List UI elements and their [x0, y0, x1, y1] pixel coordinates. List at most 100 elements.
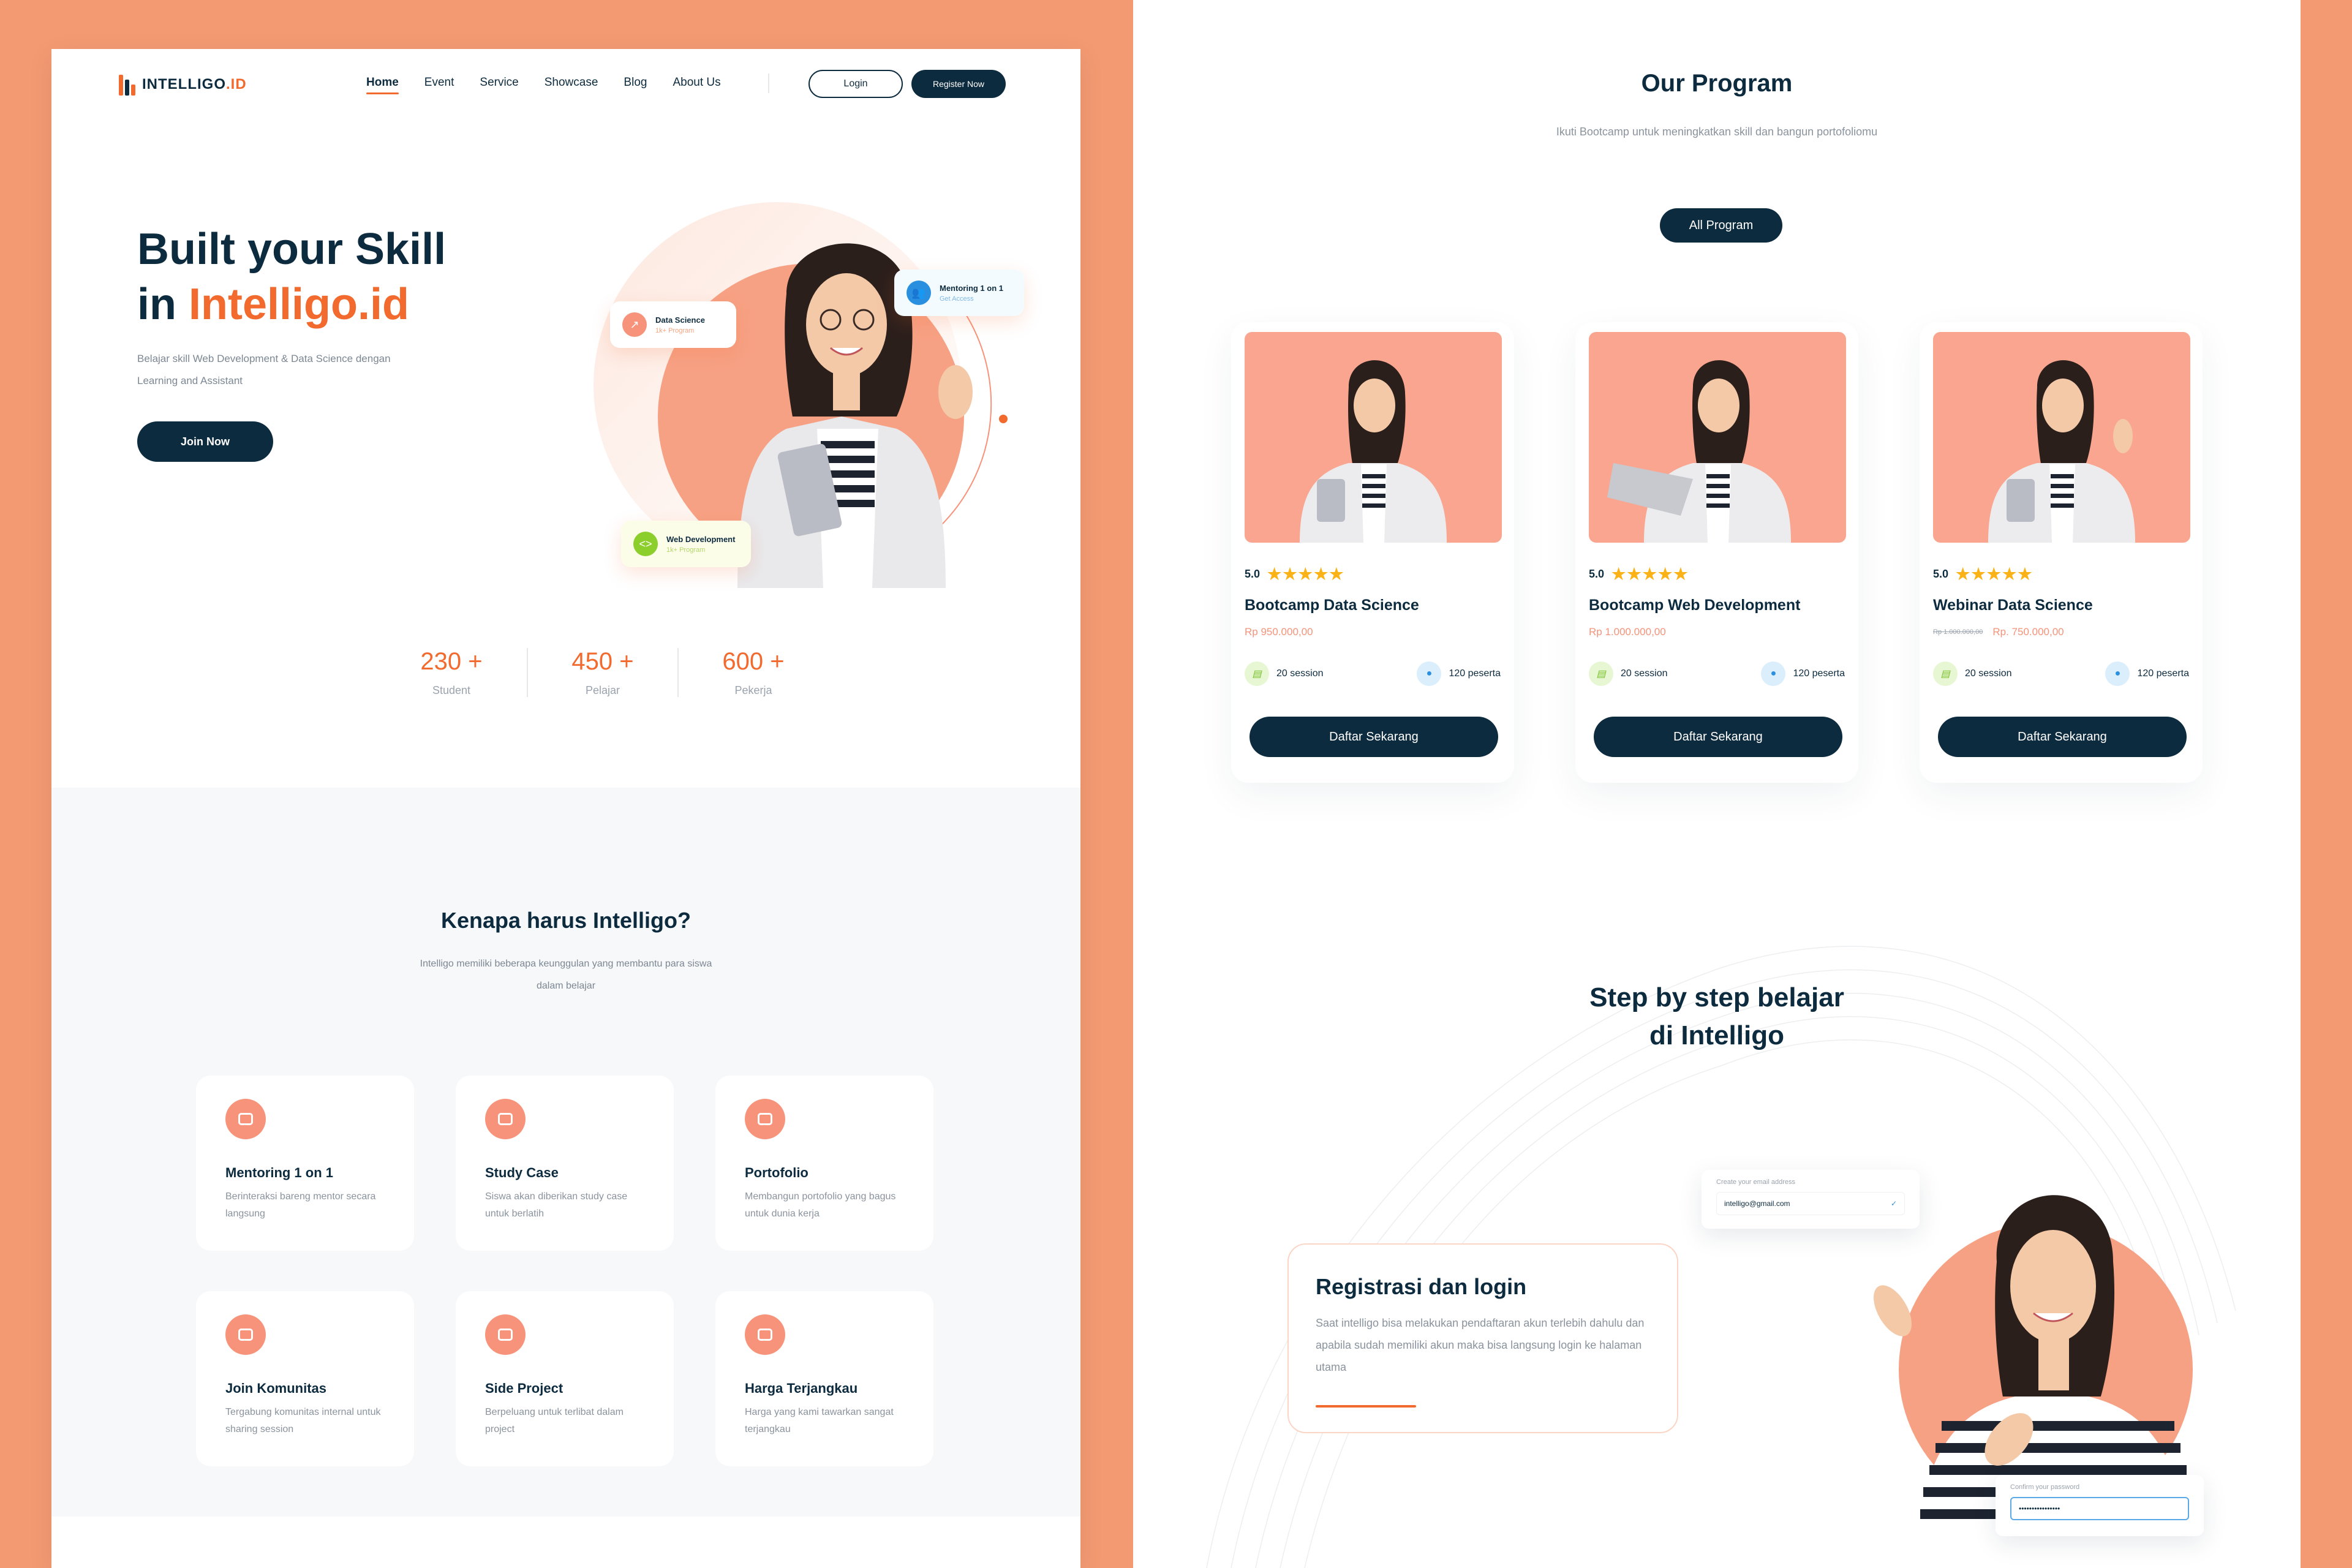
nav-link-event[interactable]: Event [424, 76, 454, 89]
stats-row: 230 + Student 450 + Pelajar 600 + Pekerj… [376, 648, 828, 697]
steps-title-line1: Step by step belajar [1589, 982, 1844, 1012]
course-participants: ● 120 peserta [2105, 662, 2189, 686]
feature-title: Study Case [485, 1165, 559, 1180]
hero-title-brand: Intelligo.id [189, 280, 409, 329]
password-label: Confirm your password [2010, 1483, 2080, 1491]
course-thumbnail [1589, 332, 1846, 543]
nav-link-service[interactable]: Service [480, 76, 518, 89]
feature-title: Side Project [485, 1381, 564, 1396]
rating-value: 5.0 [1589, 568, 1605, 580]
feature-title: Harga Terjangkau [745, 1381, 858, 1396]
nav-link-blog[interactable]: Blog [624, 76, 647, 89]
course-sessions: ▤ 20 session [1933, 662, 2012, 686]
join-now-button[interactable]: Join Now [137, 421, 273, 462]
price-icon [745, 1314, 785, 1355]
steps-title: Step by step belajar di Intelligo [1133, 979, 2301, 1055]
course-card: 5.0 ★★★★★ Webinar Data Science Rp 1.000.… [1920, 322, 2203, 783]
course-person-image [1607, 360, 1791, 543]
feature-desc: Siswa akan diberikan study case untuk be… [485, 1191, 628, 1219]
feature-card: Study Case Siswa akan diberikan study ca… [456, 1076, 674, 1251]
program-subtitle: Ikuti Bootcamp untuk meningkatkan skill … [1556, 126, 1878, 138]
badge-web-development: <> Web Development 1k+ Program [621, 521, 751, 567]
mentor-icon [225, 1099, 266, 1139]
course-sessions: ▤ 20 session [1245, 662, 1324, 686]
feature-card: Join Komunitas Tergabung komunitas inter… [196, 1291, 414, 1466]
badge-mentoring-sub: Get Access [940, 295, 974, 303]
feature-card: Portofolio Membangun portofolio yang bag… [715, 1076, 933, 1251]
course-card: 5.0 ★★★★★ Bootcamp Data Science Rp 950.0… [1231, 322, 1514, 783]
password-value: •••••••••••••••• [2019, 1504, 2060, 1513]
star-icon: ★★★★★ [1267, 565, 1345, 583]
course-meta: ▤ 20 session ● 120 peserta [1245, 662, 1501, 686]
course-thumbnail [1245, 332, 1502, 543]
feature-card: Mentoring 1 on 1 Berinteraksi bareng men… [196, 1076, 414, 1251]
nav-divider [768, 74, 769, 93]
course-sessions: ▤ 20 session [1589, 662, 1668, 686]
step-card-registration: Registrasi dan login Saat intelligo bisa… [1287, 1243, 1678, 1433]
star-icon: ★★★★★ [1956, 565, 2034, 583]
step-progress-bar [1316, 1405, 1416, 1408]
hero-title-line1: Built your Skill [137, 225, 447, 274]
step-card-desc: Saat intelligo bisa melakukan pendaftara… [1316, 1317, 1645, 1373]
course-meta: ▤ 20 session ● 120 peserta [1933, 662, 2189, 686]
stat-label: Student [432, 684, 471, 696]
study-case-icon [485, 1099, 526, 1139]
badge-data-science-title: Data Science [655, 315, 705, 325]
course-price-current: Rp. 750.000,00 [1992, 626, 2064, 638]
nav-link-home[interactable]: Home [366, 76, 399, 94]
book-icon: ▤ [1933, 662, 1958, 686]
feature-desc: Berinteraksi bareng mentor secara langsu… [225, 1191, 376, 1219]
email-field[interactable]: intelligo@gmail.com ✓ [1716, 1192, 1905, 1215]
community-icon [225, 1314, 266, 1355]
password-field[interactable]: •••••••••••••••• [2010, 1497, 2189, 1520]
course-title[interactable]: Bootcamp Data Science [1245, 597, 1419, 614]
course-price: Rp 950.000,00 [1245, 626, 1313, 638]
participants-label: 120 peserta [2137, 668, 2189, 679]
logo-text: INTELLIGO [142, 76, 226, 92]
course-title[interactable]: Bootcamp Web Development [1589, 597, 1800, 614]
course-rating: 5.0 ★★★★★ [1589, 565, 1689, 584]
sessions-label: 20 session [1621, 668, 1668, 679]
stat-value: 230 + [420, 648, 483, 675]
feature-title: Mentoring 1 on 1 [225, 1165, 333, 1180]
rating-value: 5.0 [1933, 568, 1949, 580]
course-title[interactable]: Webinar Data Science [1933, 597, 2093, 614]
users-icon: ● [1761, 662, 1786, 686]
feature-desc: Berpeluang untuk terlibat dalam project [485, 1407, 624, 1434]
register-course-button[interactable]: Daftar Sekarang [1250, 717, 1498, 757]
email-form-card: Create your email address intelligo@gmai… [1702, 1170, 1920, 1229]
book-icon: ▤ [1245, 662, 1269, 686]
badge-mentoring-title: Mentoring 1 on 1 [940, 283, 1003, 293]
login-button[interactable]: Login [809, 70, 903, 98]
nav-link-about[interactable]: About Us [673, 76, 720, 89]
logo[interactable]: INTELLIGO .ID [119, 74, 247, 96]
why-title: Kenapa harus Intelligo? [440, 908, 692, 933]
hero-title-in: in [137, 280, 189, 329]
course-price-old: Rp 1.000.000,00 [1933, 628, 1983, 636]
participants-label: 120 peserta [1449, 668, 1501, 679]
badge-mentoring: 👥 Mentoring 1 on 1 Get Access [894, 270, 1024, 316]
register-course-button[interactable]: Daftar Sekarang [1594, 717, 1842, 757]
steps-title-line2: di Intelligo [1649, 1020, 1784, 1050]
all-program-button[interactable]: All Program [1660, 208, 1782, 243]
stat-item: 600 + Pekerja [677, 648, 828, 697]
nav-link-showcase[interactable]: Showcase [545, 76, 598, 89]
nav-links: Home Event Service Showcase Blog About U… [366, 76, 721, 94]
register-course-button[interactable]: Daftar Sekarang [1938, 717, 2187, 757]
course-card: 5.0 ★★★★★ Bootcamp Web Development Rp 1.… [1575, 322, 1858, 783]
trend-icon: ↗ [622, 312, 647, 337]
course-thumbnail [1933, 332, 2190, 543]
why-subtitle: Intelligo memiliki beberapa keunggulan y… [420, 959, 712, 991]
participants-label: 120 peserta [1793, 668, 1845, 679]
feature-card: Side Project Berpeluang untuk terlibat d… [456, 1291, 674, 1466]
portfolio-icon [745, 1099, 785, 1139]
users-icon: 👥 [907, 281, 931, 305]
landing-page-left: INTELLIGO .ID Home Event Service Showcase… [51, 49, 1080, 1568]
logo-suffix: .ID [226, 76, 247, 92]
register-button[interactable]: Register Now [911, 70, 1006, 98]
course-price-current: Rp 1.000.000,00 [1589, 626, 1666, 638]
badge-data-science-sub: 1k+ Program [655, 326, 695, 334]
project-icon [485, 1314, 526, 1355]
code-icon: <> [633, 532, 658, 556]
email-label: Create your email address [1716, 1178, 1796, 1186]
